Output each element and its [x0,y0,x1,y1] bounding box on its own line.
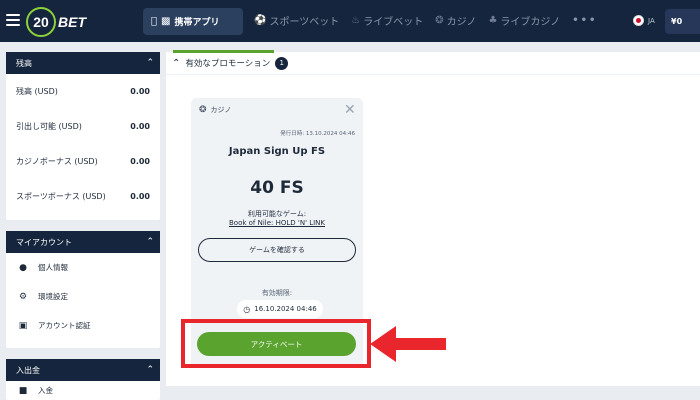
clock-icon: ◷ [243,304,251,314]
balance-value: 0.00 [130,192,150,201]
balance-value: 0.00 [130,157,150,166]
apple-icon:  [151,16,157,27]
sidebar-item-deposit[interactable]: ■ 入金 [6,381,160,400]
active-tab-indicator [173,50,274,53]
header-balance[interactable]: ¥0 [665,9,700,34]
balance-row: 引出し可能 (USD) 0.00 [6,109,160,144]
expiry-date: 16.10.2024 04:46 [254,305,317,313]
expiry-date-pill: ◷ 16.10.2024 04:46 [237,300,323,318]
main-nav: ⚽ スポーツベット ♨ ライブベット ❂ カジノ ♣ ライブカジノ ••• [254,13,597,28]
available-games-label: 利用可能なゲーム: [247,210,307,218]
sidebar-item-label: 個人情報 [38,263,68,272]
more-menu-button[interactable]: ••• [572,13,597,28]
promo-count-badge: 1 [275,56,289,70]
balance-row: 残高 (USD) 0.00 [6,74,160,109]
account-panel-title: マイアカウント [16,237,72,247]
wallet-icon: ■ [18,385,28,396]
balance-row: カジノボーナス (USD) 0.00 [6,144,160,179]
balance-label: スポーツボーナス (USD) [16,192,106,201]
sidebar-item-verification[interactable]: ▣ アカウント認証 [6,311,160,340]
logo[interactable]: 20 BET [26,7,86,37]
menu-icon[interactable] [6,14,20,26]
account-panel: マイアカウント ⌃ ● 個人情報 ⚙ 環境設定 ▣ アカウント認証 [6,231,160,348]
chevron-up-icon: ⌃ [146,237,154,247]
nav-casino[interactable]: ❂ カジノ [435,13,476,28]
promo-title: Japan Sign Up FS [228,146,326,157]
promo-category-label: カジノ [210,106,232,114]
balance-panel: 残高 ⌃ 残高 (USD) 0.00 引出し可能 (USD) 0.00 カジノボ… [6,52,160,220]
balance-panel-title: 残高 [16,58,32,68]
japan-flag-icon [633,15,644,26]
deposit-panel-header[interactable]: 入出金 ⌃ [6,359,160,381]
nav-sports[interactable]: ⚽ スポーツベット [254,13,339,28]
deposit-panel-title: 入出金 [16,365,40,375]
nav-live-casino-label: ライブカジノ [500,17,561,28]
balance-value: 0.00 [130,122,150,131]
logo-number: 20 [26,7,56,37]
casino-chip-icon: ❂ [199,105,207,115]
logo-text: BET [58,14,86,30]
promotions-header[interactable]: ⌃ 有効なプロモーション 1 [166,52,700,75]
flame-icon: ♨ [351,15,361,26]
cards-icon: ♣ [488,15,498,26]
section-title: 有効なプロモーション [185,59,271,69]
nav-sports-label: スポーツベット [269,17,340,28]
language-selector[interactable]: JA [633,15,655,26]
deposit-panel: 入出金 ⌃ ■ 入金 [6,359,160,400]
promo-category: ❂ カジノ [199,105,231,115]
available-game-link[interactable]: Book of Nile: HOLD 'N' LINK [191,219,363,227]
lock-icon: ▣ [18,320,28,331]
nav-live-casino[interactable]: ♣ ライブカジノ [488,13,560,28]
balance-label: カジノボーナス (USD) [16,157,98,166]
chevron-up-icon: ⌃ [172,57,181,69]
balance-label: 引出し可能 (USD) [16,122,82,131]
chevron-up-icon: ⌃ [146,365,154,375]
settings-icon: ⚙ [18,291,28,302]
sidebar-item-preferences[interactable]: ⚙ 環境設定 [6,282,160,311]
sidebar-item-label: 環境設定 [38,292,68,301]
sidebar-item-label: 入金 [38,386,53,395]
user-icon: ● [19,262,27,273]
account-panel-header[interactable]: マイアカウント ⌃ [6,231,160,253]
balance-row: スポーツボーナス (USD) 0.00 [6,179,160,214]
sidebar-item-label: アカウント認証 [38,321,91,330]
mobile-app-label: 携帯アプリ [168,18,219,28]
soccer-ball-icon: ⚽ [254,15,267,26]
mobile-app-button[interactable]:  ▩ 携帯アプリ [143,8,243,35]
expiry-label: 有効期限: [261,289,293,297]
close-icon[interactable]: ✕ [344,102,356,118]
promo-amount: 40 FS [250,178,304,198]
nav-casino-label: カジノ [446,17,477,28]
nav-live-label: ライブベット [363,17,424,28]
top-navigation-bar: 20 BET  ▩ 携帯アプリ ⚽ スポーツベット ♨ ライブベット ❂ カジ… [0,0,700,42]
balance-value: 0.00 [130,87,150,96]
language-label: JA [648,16,655,25]
balance-panel-header[interactable]: 残高 ⌃ [6,52,160,74]
casino-chip-icon: ❂ [435,15,444,26]
issue-date: 発行日時: 13.10.2024 04:46 [280,131,355,137]
android-icon: ▩ [155,16,170,27]
sidebar-item-personal-info[interactable]: ● 個人情報 [6,253,160,282]
activate-button[interactable]: アクティベート [197,332,356,356]
check-games-button[interactable]: ゲームを確認する [198,238,356,262]
chevron-up-icon: ⌃ [146,58,154,68]
pointer-arrow-icon [370,326,446,362]
nav-live[interactable]: ♨ ライブベット [351,13,423,28]
balance-label: 残高 (USD) [16,87,58,96]
